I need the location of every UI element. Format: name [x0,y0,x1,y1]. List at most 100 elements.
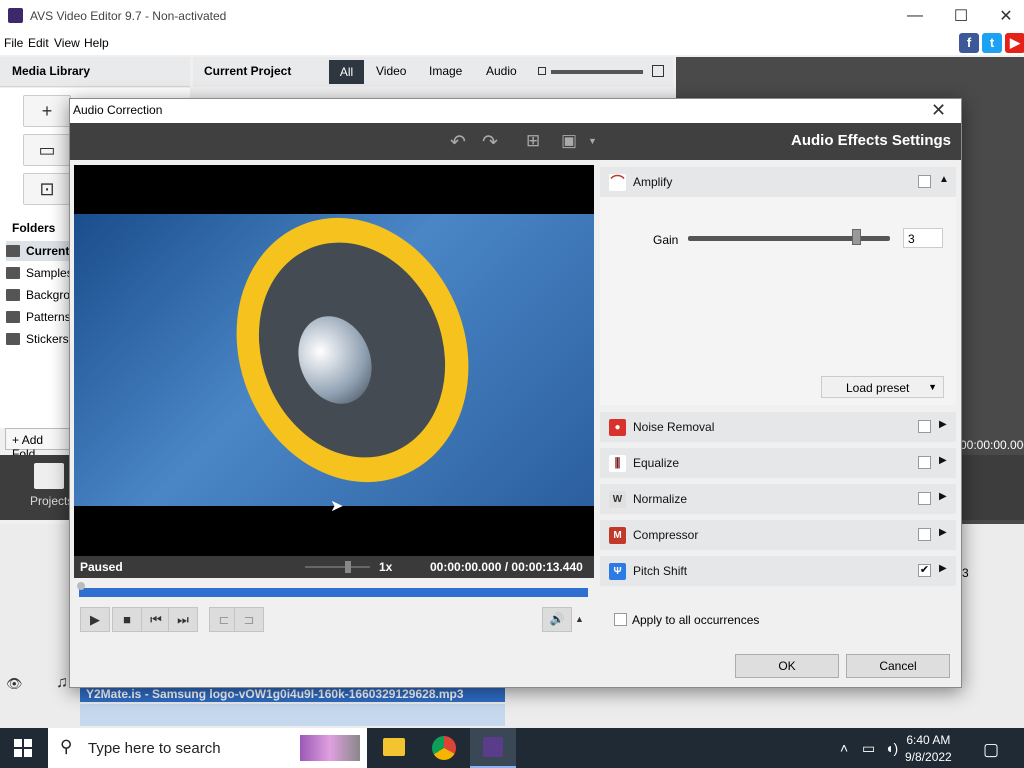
media-library-title: Media Library [12,64,91,78]
projects-label: Projects [30,494,74,508]
eye-icon[interactable]: 👁 [6,676,23,692]
folder-icon [6,311,20,323]
expand-arrow-icon[interactable]: ▶ [939,419,947,430]
filter-image[interactable]: Image [429,64,462,78]
maximize-button[interactable]: ☐ [938,0,984,31]
zoom-small-icon[interactable] [538,67,546,75]
gain-label: Gain [653,233,679,247]
effect-row-equalize[interactable]: ⫼ Equalize ▶ [600,448,956,478]
tray-chevron-icon[interactable]: ˄ [840,740,848,756]
windows-start-icon[interactable] [14,739,32,757]
clock-date: 9/8/2022 [905,750,952,764]
folder-item[interactable]: Current [6,241,70,261]
audio-effects-settings-title: Audio Effects Settings [791,132,952,149]
expand-arrow-icon[interactable]: ▶ [939,563,947,574]
add-folder-button[interactable]: + Add Fold [5,428,70,461]
load-preset-dropdown[interactable]: Load preset ▼ [821,376,944,398]
monitor-icon[interactable]: ▣ [561,131,577,151]
undo-icon[interactable]: ↶ [450,131,466,154]
effect-checkbox[interactable] [918,456,931,469]
folder-item[interactable]: Samples [6,263,73,283]
network-icon[interactable]: ▭ [862,740,875,757]
chrome-icon[interactable] [432,736,456,760]
volume-chevron-icon[interactable]: ▲ [575,614,584,624]
projects-icon[interactable] [34,463,64,489]
preview-time: 00:00:00.000 [960,438,1024,452]
filter-audio[interactable]: Audio [486,64,517,78]
filter-all[interactable]: All [329,60,364,84]
play-button[interactable]: ▶ [80,607,110,632]
folder-item[interactable]: Patterns [6,307,71,327]
youtube-icon[interactable]: ▶ [1005,33,1024,53]
effect-label: Noise Removal [633,420,715,434]
facebook-icon[interactable]: f [959,33,979,53]
menu-edit[interactable]: Edit [28,36,49,50]
folder-icon [6,333,20,345]
folder-icon [6,289,20,301]
folder-item[interactable]: Backgrou [6,285,77,305]
taskbar-clock[interactable]: 6:40 AM 9/8/2022 [905,732,952,766]
gain-value-input[interactable]: 3 [903,228,943,248]
seek-handle[interactable] [77,582,85,590]
minimize-button[interactable]: — [892,0,938,31]
effect-checkbox[interactable] [918,175,931,188]
capture-screen-icon[interactable]: ⊡ [23,173,71,205]
next-button[interactable]: ⏭ [168,607,198,632]
previous-button[interactable]: ⏮ [141,607,171,632]
close-button[interactable]: ✕ [983,0,1024,31]
normalize-icon: W [609,491,626,508]
capture-video-icon[interactable]: ▭ [23,134,71,166]
menu-view[interactable]: View [54,36,80,50]
compressor-icon: M [609,527,626,544]
audio-track-clip[interactable]: Y2Mate.is - Samsung logo-vOW1g0i4u9I-160… [80,686,505,702]
grid-icon[interactable]: ⊞ [526,131,540,151]
zoom-large-icon[interactable] [652,65,664,77]
media-library-header: Media Library [0,57,190,87]
folder-item[interactable]: Stickers [6,329,69,349]
thumbnail-size-slider[interactable] [551,70,643,74]
current-project-header: Current Project All Video Image Audio [193,57,673,87]
current-project-title: Current Project [204,64,292,78]
expand-arrow-icon[interactable]: ▶ [939,491,947,502]
apply-to-all-checkbox[interactable] [614,613,627,626]
effect-row-pitch-shift[interactable]: Ψ Pitch Shift ✔ ▶ [600,556,956,586]
clock-time: 6:40 AM [906,733,951,747]
effect-label: Equalize [633,456,680,470]
search-highlight-image [300,735,360,761]
timeline-ruler-number: 3 [962,566,969,580]
cancel-button[interactable]: Cancel [846,654,950,678]
effect-row-normalize[interactable]: W Normalize ▶ [600,484,956,514]
redo-icon[interactable]: ↷ [482,131,498,154]
menu-file[interactable]: File [4,36,23,50]
collapse-arrow-icon[interactable]: ▲ [939,174,949,185]
filter-video[interactable]: Video [376,64,406,78]
effect-checkbox[interactable] [918,420,931,433]
effect-checkbox-checked[interactable]: ✔ [918,564,931,577]
effect-checkbox[interactable] [918,492,931,505]
ok-button[interactable]: OK [735,654,839,678]
effect-row-amplify[interactable]: ⌒ Amplify ▲ [600,167,956,197]
add-media-button[interactable]: + [23,95,71,127]
mark-out-button[interactable]: ⊐ [234,607,264,632]
dialog-close-button[interactable]: ✕ [931,100,946,121]
total-time: 00:00:13.440 [511,560,583,574]
chevron-down-icon[interactable]: ▼ [588,136,597,146]
playback-status: Paused [80,560,123,574]
seek-bar[interactable] [79,588,588,597]
menu-help[interactable]: Help [84,36,109,50]
effect-row-compressor[interactable]: M Compressor ▶ [600,520,956,550]
file-explorer-icon[interactable] [383,738,405,756]
notification-icon[interactable]: ▢ [983,740,999,760]
playback-speed-slider[interactable] [305,566,370,568]
gain-slider-thumb[interactable] [852,229,861,245]
stop-button[interactable]: ■ [112,607,142,632]
effect-checkbox[interactable] [918,528,931,541]
twitter-icon[interactable]: t [982,33,1002,53]
speaker-tray-icon[interactable]: ◖) [885,740,898,756]
effect-row-noise-removal[interactable]: ● Noise Removal ▶ [600,412,956,442]
app-logo-icon [8,8,23,23]
playback-speed-thumb[interactable] [345,561,351,573]
expand-arrow-icon[interactable]: ▶ [939,455,947,466]
volume-icon[interactable]: 🔊 [542,607,572,632]
expand-arrow-icon[interactable]: ▶ [939,527,947,538]
